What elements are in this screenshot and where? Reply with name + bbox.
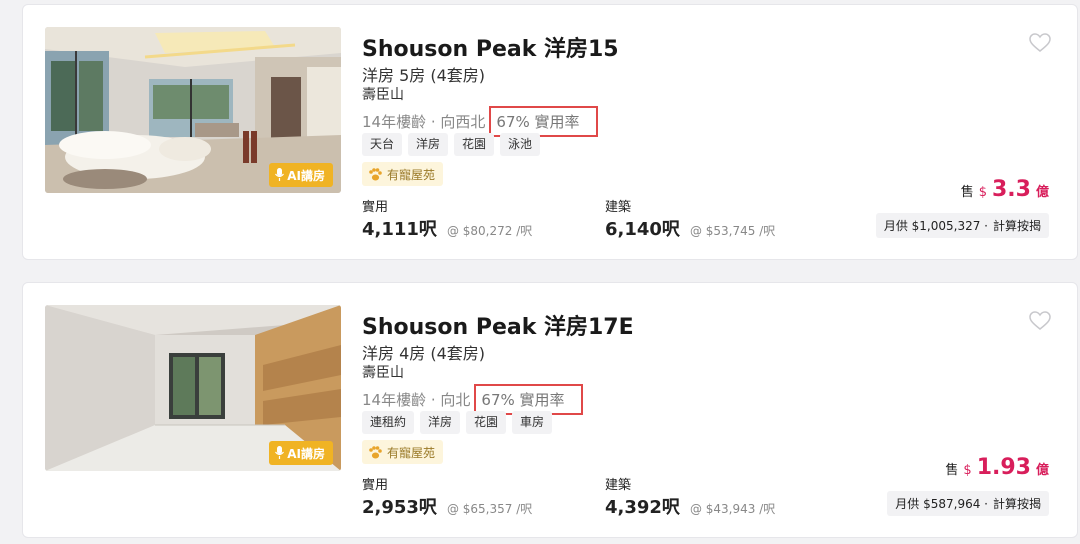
feature-tags: 天台 洋房 花園 泳池 [362,133,541,156]
feature-tag: 連租約 [362,411,415,434]
age-facing: 14年樓齡 · 向西北 [362,113,486,131]
mortgage-calculator-button[interactable]: 月供 $587,964 · 計算按揭 [887,491,1049,516]
price-sale-label: 售 [945,463,959,478]
paw-icon [369,167,382,180]
price-value: 3.3 [992,177,1031,202]
gross-area-row: 4,392呎 @ $43,943 /呎 [605,493,775,519]
saleable-label: 實用 [362,478,389,493]
pet-label: 有寵屋苑 [387,445,436,460]
listing-district: 壽臣山 [362,87,404,103]
listing-subtitle: 洋房 5房 (4套房) [362,66,486,85]
price-value: 1.93 [976,455,1031,480]
mortgage-monthly: 月供 $1,005,327 · [883,219,988,233]
feature-tag: 天台 [362,133,403,156]
mortgage-calc-link[interactable]: 計算按揭 [993,217,1041,234]
pet-friendly-badge: 有寵屋苑 [362,440,444,464]
listing-subtitle: 洋房 4房 (4套房) [362,344,486,363]
price-currency: $ [978,185,987,200]
listing-price: 售 $ 1.93 億 [945,455,1049,480]
ai-badge-label: AI講房 [287,168,325,183]
paw-icon [369,445,382,458]
saleable-area: 4,111呎 [362,219,437,240]
feature-tag: 花園 [454,133,495,156]
pet-label: 有寵屋苑 [387,167,436,182]
ai-badge-label: AI講房 [287,446,325,461]
gross-label: 建築 [605,200,632,215]
listing-title[interactable]: Shouson Peak 洋房17E [362,309,634,341]
heart-outline-icon[interactable] [1029,33,1051,53]
ai-tour-badge[interactable]: AI講房 [269,163,333,187]
gross-area-row: 6,140呎 @ $53,745 /呎 [605,215,775,241]
feature-tag: 花園 [466,411,507,434]
feature-tag: 洋房 [408,133,449,156]
listing-photo[interactable]: AI講房 [45,305,341,471]
listing-district: 壽臣山 [362,365,404,381]
listing-photo[interactable]: AI講房 [45,27,341,193]
microphone-icon [275,168,285,181]
saleable-area: 2,953呎 [362,497,437,518]
price-unit: 億 [1035,463,1049,478]
gross-unit-price: @ $53,745 /呎 [689,224,776,238]
gross-label: 建築 [605,478,632,493]
microphone-icon [275,446,285,459]
listing-card-1[interactable]: AI講房 Shouson Peak 洋房15 洋房 5房 (4套房) 壽臣山 1… [22,4,1078,260]
gross-area: 6,140呎 [605,219,680,240]
gross-area: 4,392呎 [605,497,680,518]
saleable-area-row: 2,953呎 @ $65,357 /呎 [362,493,532,519]
gross-unit-price: @ $43,943 /呎 [689,502,776,516]
heart-outline-icon[interactable] [1029,311,1051,331]
age-facing: 14年樓齡 · 向北 [362,391,471,409]
saleable-unit-price: @ $65,357 /呎 [446,502,533,516]
mortgage-calc-link[interactable]: 計算按揭 [993,495,1041,512]
listing-price: 售 $ 3.3 億 [961,177,1049,202]
mortgage-calculator-button[interactable]: 月供 $1,005,327 · 計算按揭 [875,213,1049,238]
listing-card-2[interactable]: AI講房 Shouson Peak 洋房17E 洋房 4房 (4套房) 壽臣山 … [22,282,1078,538]
feature-tags: 連租約 洋房 花園 車房 [362,411,553,434]
pet-friendly-badge: 有寵屋苑 [362,162,444,186]
saleable-area-row: 4,111呎 @ $80,272 /呎 [362,215,532,241]
mortgage-monthly: 月供 $587,964 · [895,497,988,511]
feature-tag: 車房 [512,411,553,434]
ai-tour-badge[interactable]: AI講房 [269,441,333,465]
price-unit: 億 [1035,185,1049,200]
listing-title[interactable]: Shouson Peak 洋房15 [362,31,619,63]
price-currency: $ [963,463,972,478]
saleable-label: 實用 [362,200,389,215]
saleable-unit-price: @ $80,272 /呎 [446,224,533,238]
feature-tag: 洋房 [420,411,461,434]
price-sale-label: 售 [960,185,974,200]
feature-tag: 泳池 [500,133,541,156]
